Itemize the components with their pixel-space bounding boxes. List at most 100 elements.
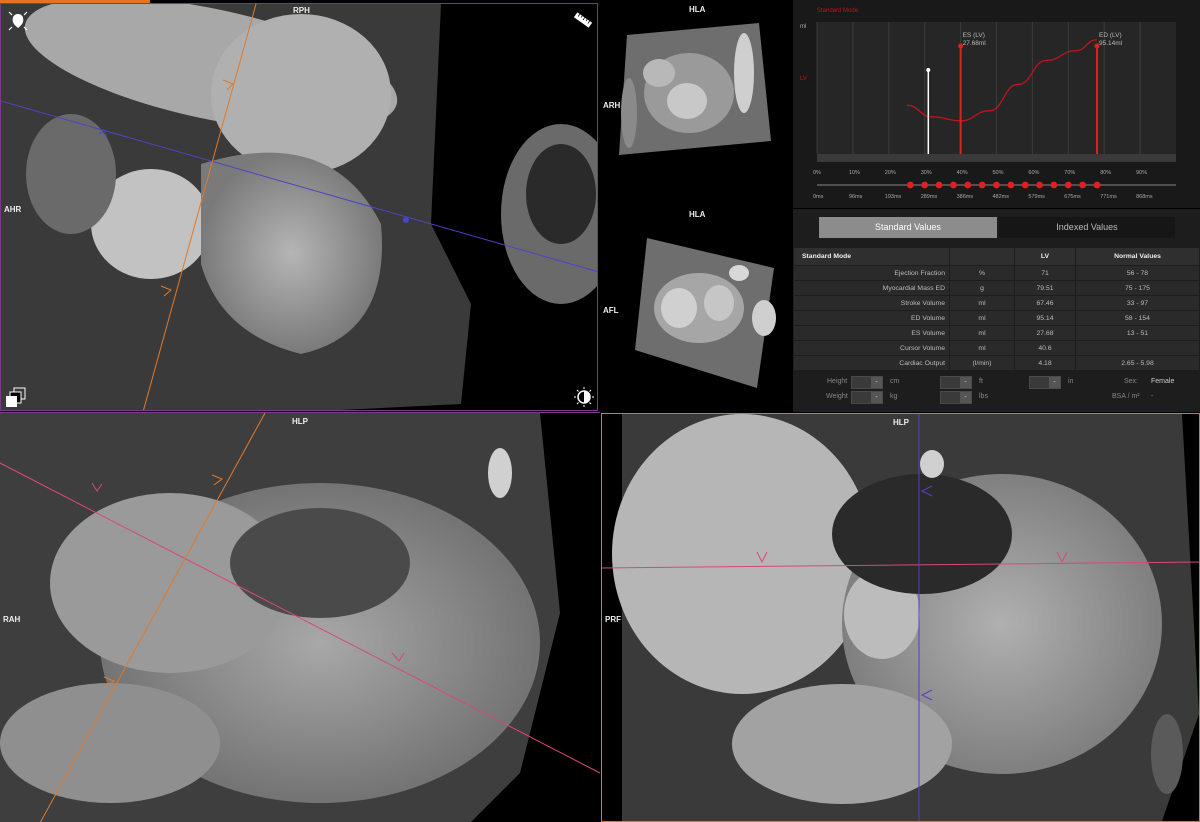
- x-ms-tick: 193ms: [884, 194, 902, 200]
- x-ms-tick: 579ms: [1028, 194, 1045, 200]
- header-lv: LV: [1015, 248, 1075, 265]
- bsa-label: BSA / m²: [1112, 393, 1140, 400]
- table-row: Myocardial Mass ED g 79.51 75 - 175: [794, 281, 1199, 295]
- phase-point: [1079, 181, 1087, 189]
- contrast-icon[interactable]: [573, 386, 595, 408]
- volume-curve-panel[interactable]: Standard Mode ml LV 0% 10% 20% 30% 40% 50% 60%…: [793, 0, 1200, 208]
- x-percent-tick: 80%: [1100, 170, 1112, 176]
- row-label: ED Volume: [794, 311, 949, 325]
- row-normal-value: 58 - 154: [1076, 311, 1199, 325]
- ct-image-hla-bottom: [599, 208, 792, 411]
- phase-point: [1021, 181, 1029, 189]
- orientation-label-left: PRF: [605, 615, 621, 624]
- phase-point: [1036, 181, 1043, 189]
- phase-marker-value: 95.14ml: [1099, 40, 1123, 47]
- row-label: Cardiac Output: [794, 356, 949, 370]
- layers-icon[interactable]: [5, 386, 27, 408]
- sex-label: Sex:: [1124, 378, 1139, 385]
- bsa-value: -: [1151, 393, 1154, 400]
- tab-standard-values[interactable]: Standard Values: [819, 217, 997, 238]
- volume-curve-chart[interactable]: [793, 0, 1200, 208]
- viewport-top-left[interactable]: RPH AHR: [0, 3, 598, 411]
- table-row: Cursor Volume ml 40.6: [794, 341, 1199, 355]
- weight-kg-minus[interactable]: -: [871, 392, 882, 403]
- phase-point: [921, 181, 929, 189]
- orientation-label-top: RPH: [293, 6, 310, 15]
- row-label: Cursor Volume: [794, 341, 949, 355]
- viewport-hla-top[interactable]: HLA ARH: [599, 3, 792, 207]
- row-lv-value: 67.46: [1015, 296, 1075, 310]
- row-unit: g: [950, 281, 1014, 295]
- header-unit: [950, 248, 1014, 265]
- phase-point: [906, 181, 914, 189]
- ct-image-bottom-right: [602, 414, 1199, 821]
- row-normal-value: 56 - 78: [1076, 266, 1199, 280]
- height-cm-field[interactable]: -: [851, 376, 883, 389]
- phase-marker-label: ES (LV): [962, 32, 985, 39]
- height-cm-minus[interactable]: -: [871, 377, 882, 388]
- orientation-label-left: AFL: [603, 306, 619, 315]
- values-table: Standard Mode LV Normal Values Ejection …: [793, 247, 1200, 371]
- height-ft-minus[interactable]: -: [960, 377, 971, 388]
- x-percent-tick: 70%: [1064, 170, 1076, 176]
- phase-marker-value: 27.68ml: [962, 40, 986, 47]
- row-lv-value: 40.6: [1015, 341, 1075, 355]
- tab-indexed-values[interactable]: Indexed Values: [999, 217, 1175, 238]
- height-in-unit: in: [1068, 378, 1074, 385]
- phase-point: [1007, 181, 1015, 189]
- row-label: ES Volume: [794, 326, 949, 340]
- x-percent-tick: 50%: [992, 170, 1004, 176]
- row-unit: %: [950, 266, 1014, 280]
- x-percent-tick: 30%: [920, 170, 932, 176]
- weight-label: Weight: [826, 393, 848, 400]
- viewport-hla-bottom[interactable]: HLA AFL: [599, 208, 792, 411]
- values-panel: Standard Values Indexed Values Standard …: [793, 209, 1200, 412]
- weight-lbs-minus[interactable]: -: [960, 392, 971, 403]
- ct-image-top-left: [1, 4, 597, 410]
- orientation-label-top: HLA: [689, 210, 706, 219]
- x-percent-tick: 0%: [813, 170, 821, 176]
- orientation-label-top: HLP: [292, 417, 308, 426]
- x-percent-tick: 20%: [884, 170, 896, 176]
- orientation-label-top: HLP: [893, 418, 909, 427]
- x-ms-tick: 482ms: [992, 194, 1010, 200]
- table-row: Ejection Fraction% 71 56 - 78: [794, 266, 1199, 280]
- x-ms-tick: 0ms: [813, 194, 824, 200]
- heart-view-icon[interactable]: [7, 10, 29, 32]
- orientation-label-left: RAH: [3, 615, 21, 624]
- phase-point: [950, 181, 957, 189]
- x-ms-tick: 868ms: [1136, 194, 1153, 200]
- height-in-field[interactable]: -: [1029, 376, 1061, 389]
- phase-point: [935, 181, 943, 189]
- orientation-label-left: ARH: [603, 101, 621, 110]
- height-in-minus[interactable]: -: [1049, 377, 1060, 388]
- row-normal-value: [1076, 341, 1199, 355]
- row-lv-value: 71: [1015, 266, 1075, 280]
- row-normal-value: 33 - 97: [1076, 296, 1199, 310]
- ruler-icon[interactable]: [573, 10, 593, 30]
- viewport-bottom-left[interactable]: HLP RAH: [0, 412, 600, 822]
- phase-point: [1050, 181, 1058, 189]
- height-ft-unit: ft: [979, 378, 983, 385]
- weight-lbs-unit: lbs: [979, 393, 988, 400]
- table-row: Cardiac Output (l/min) 4.18 2.65 - 5.98: [794, 356, 1199, 370]
- x-percent-tick: 10%: [848, 170, 860, 176]
- weight-lbs-field[interactable]: -: [940, 391, 972, 404]
- row-unit: ml: [950, 296, 1014, 310]
- row-lv-value: 27.68: [1015, 326, 1075, 340]
- row-label: Myocardial Mass ED: [794, 281, 949, 295]
- table-row: ES Volume ml 27.68 13 - 51: [794, 326, 1199, 340]
- sex-value[interactable]: Female: [1151, 378, 1174, 385]
- phase-point: [1064, 181, 1072, 189]
- row-normal-value: 75 - 175: [1076, 281, 1199, 295]
- x-ms-tick: 386ms: [956, 194, 974, 200]
- weight-kg-field[interactable]: -: [851, 391, 883, 404]
- orientation-label-top: HLA: [689, 5, 706, 14]
- x-percent-tick: 60%: [1028, 170, 1040, 176]
- table-row: ED Volume ml 95.14 58 - 154: [794, 311, 1199, 325]
- height-ft-field[interactable]: -: [940, 376, 972, 389]
- viewport-bottom-right[interactable]: HLP PRF: [601, 413, 1200, 822]
- table-row: Stroke Volume ml 67.46 33 - 97: [794, 296, 1199, 310]
- row-unit: (l/min): [950, 356, 1014, 370]
- ct-image-bottom-left: [0, 413, 600, 822]
